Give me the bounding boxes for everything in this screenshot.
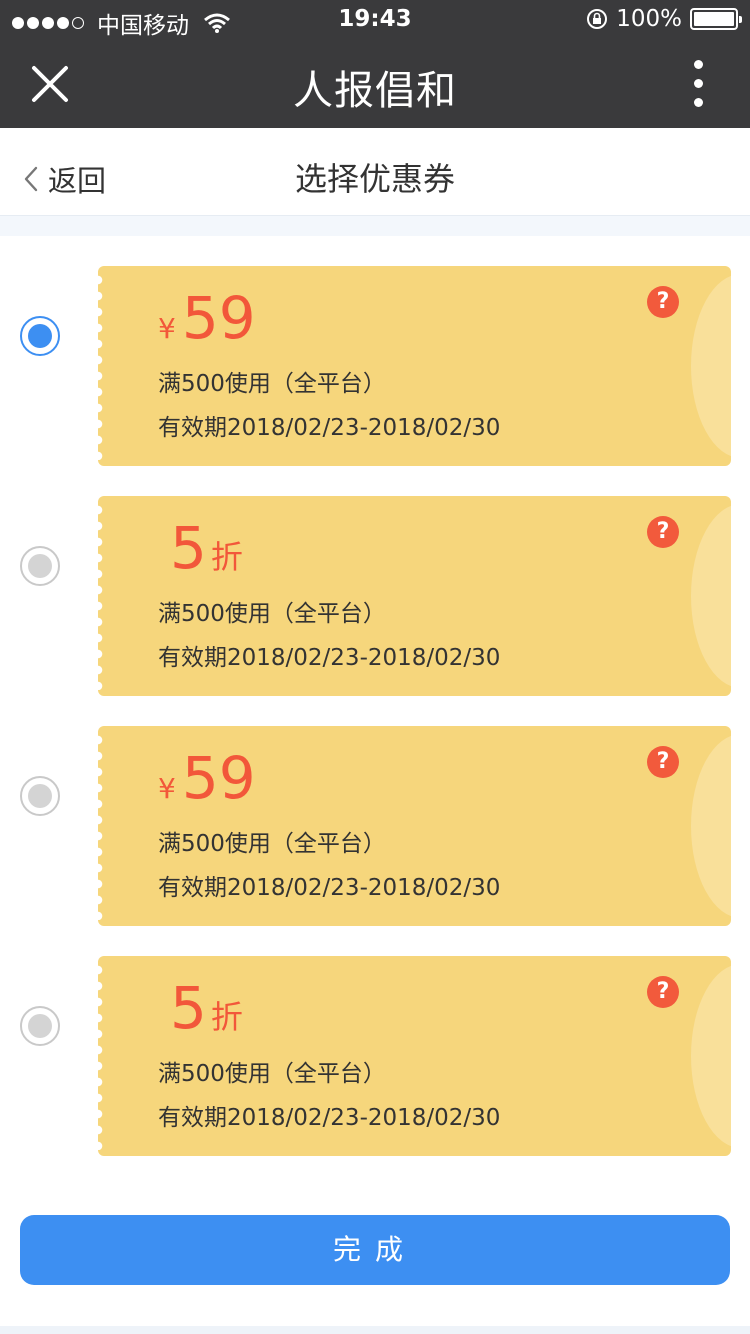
coupon-card[interactable]: ? 5 折 满500使用（全平台） 有效期2018/02/23-2018/02/… (98, 496, 731, 696)
coupon-validity: 有效期2018/02/23-2018/02/30 (158, 645, 501, 671)
coupon-unit: 折 (210, 538, 243, 576)
coupon-amount: 5 折 (170, 516, 243, 580)
sub-header: 返回 选择优惠券 (0, 128, 750, 216)
page-title: 选择优惠券 (294, 160, 455, 198)
coupon-amount: ¥ 59 (158, 286, 256, 350)
coupon-condition: 满500使用（全平台） (158, 1061, 386, 1087)
perforated-edge (98, 732, 104, 920)
coupon-condition: 满500使用（全平台） (158, 831, 386, 857)
coupon-stub (691, 274, 731, 458)
help-icon[interactable]: ? (647, 286, 679, 318)
coupon-radio[interactable] (20, 1006, 60, 1046)
nav-title: 人报倡和 (293, 68, 457, 114)
perforated-edge (98, 962, 104, 1150)
coupon-stub (691, 504, 731, 688)
coupon-condition: 满500使用（全平台） (158, 601, 386, 627)
battery-percent: 100% (616, 6, 682, 32)
done-button[interactable]: 完成 (20, 1215, 730, 1285)
coupon-validity: 有效期2018/02/23-2018/02/30 (158, 415, 501, 441)
coupon-stub (691, 964, 731, 1148)
currency-symbol: ¥ (158, 312, 176, 345)
battery-icon (690, 8, 742, 30)
coupon-card[interactable]: ? ¥ 59 满500使用（全平台） 有效期2018/02/23-2018/02… (98, 266, 731, 466)
coupon-value: 59 (181, 744, 256, 812)
rotation-lock-icon (587, 9, 608, 29)
coupon-condition: 满500使用（全平台） (158, 371, 386, 397)
coupon-unit: 折 (210, 998, 243, 1036)
coupon-card[interactable]: ? ¥ 59 满500使用（全平台） 有效期2018/02/23-2018/02… (98, 726, 731, 926)
coupon-amount: 5 折 (170, 976, 243, 1040)
coupon-card[interactable]: ? 5 折 满500使用（全平台） 有效期2018/02/23-2018/02/… (98, 956, 731, 1156)
coupon-row[interactable]: ? 5 折 满500使用（全平台） 有效期2018/02/23-2018/02/… (0, 926, 750, 1156)
coupon-stub (691, 734, 731, 918)
coupon-validity: 有效期2018/02/23-2018/02/30 (158, 875, 501, 901)
help-icon[interactable]: ? (647, 516, 679, 548)
coupon-value: 5 (170, 974, 207, 1042)
divider-band (0, 216, 750, 236)
coupon-value: 59 (181, 284, 256, 352)
coupon-radio[interactable] (20, 546, 60, 586)
help-icon[interactable]: ? (647, 746, 679, 778)
coupon-row[interactable]: ? 5 折 满500使用（全平台） 有效期2018/02/23-2018/02/… (0, 466, 750, 696)
bottom-band (0, 1326, 750, 1334)
coupon-amount: ¥ 59 (158, 746, 256, 810)
coupon-radio-selected[interactable] (20, 316, 60, 356)
perforated-edge (98, 272, 104, 460)
currency-symbol: ¥ (158, 772, 176, 805)
help-icon[interactable]: ? (647, 976, 679, 1008)
perforated-edge (98, 502, 104, 690)
status-bar: 中国移动 19:43 100% (0, 0, 750, 40)
coupon-row[interactable]: ? ¥ 59 满500使用（全平台） 有效期2018/02/23-2018/02… (0, 696, 750, 926)
coupon-row[interactable]: ? ¥ 59 满500使用（全平台） 有效期2018/02/23-2018/02… (0, 236, 750, 466)
coupon-value: 5 (170, 514, 207, 582)
status-right: 100% (586, 6, 742, 32)
coupon-validity: 有效期2018/02/23-2018/02/30 (158, 1105, 501, 1131)
coupon-radio[interactable] (20, 776, 60, 816)
more-vertical-icon[interactable] (694, 60, 706, 110)
nav-bar: 人报倡和 (0, 40, 750, 128)
